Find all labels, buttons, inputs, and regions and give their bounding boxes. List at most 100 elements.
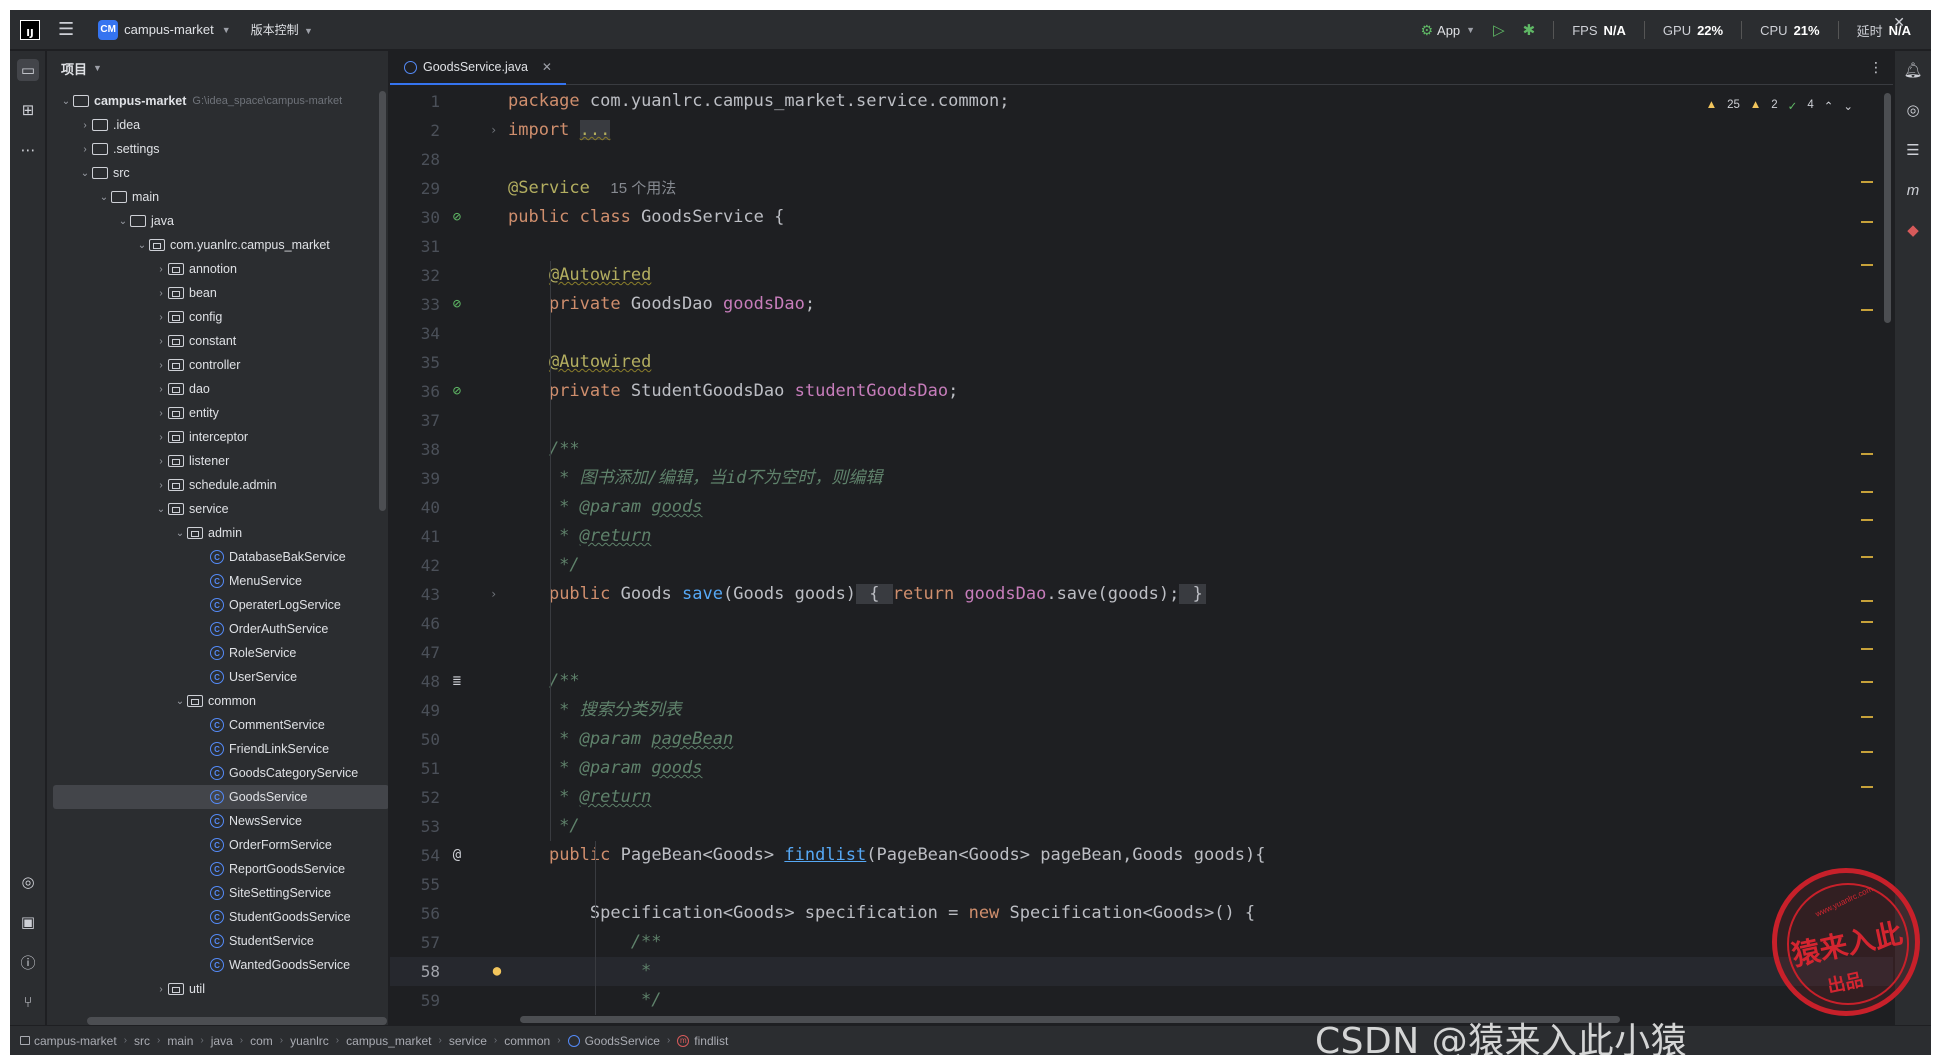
tree-item[interactable]: › .settings <box>47 137 388 161</box>
tree-item[interactable]: C DatabaseBakService <box>47 545 388 569</box>
breadcrumb-item[interactable]: GoodsService <box>567 1034 660 1048</box>
code-line[interactable]: 48 ≣ /** <box>390 667 1893 696</box>
run-icon[interactable]: ▷ <box>1493 21 1505 39</box>
chevron-down-icon[interactable]: ⌄ <box>135 240 149 251</box>
line-number[interactable]: 34 <box>390 319 440 348</box>
breadcrumb-item[interactable]: m findlist <box>677 1034 728 1048</box>
main-menu-icon[interactable]: ☰ <box>58 19 74 40</box>
code-line[interactable]: 58 ● * <box>390 957 1893 986</box>
notifications-icon[interactable]: 🔔︎ <box>1902 59 1924 81</box>
warning-marker[interactable] <box>1861 519 1873 521</box>
line-number[interactable]: 47 <box>390 638 440 667</box>
warning-marker[interactable] <box>1861 181 1873 183</box>
code-line[interactable]: 57 /** <box>390 928 1893 957</box>
code-line[interactable]: 1 package com.yuanlrc.campus_market.servi… <box>390 87 1893 116</box>
warning-marker[interactable] <box>1861 751 1873 753</box>
tree-item[interactable]: ⌄ admin <box>47 521 388 545</box>
chevron-right-icon[interactable]: › <box>154 336 168 347</box>
tree-item[interactable]: › listener <box>47 449 388 473</box>
chevron-right-icon[interactable]: › <box>154 312 168 323</box>
code-line[interactable]: 59 */ <box>390 986 1893 1015</box>
breadcrumb-item[interactable]: common <box>504 1034 550 1048</box>
line-number[interactable]: 36 <box>390 377 440 406</box>
vcs-menu[interactable]: 版本控制 ▼ <box>251 21 313 38</box>
vertical-scrollbar[interactable] <box>379 91 386 511</box>
tree-item[interactable]: C GoodsService <box>53 785 388 809</box>
code-line[interactable]: 53 */ <box>390 812 1893 841</box>
tree-item[interactable]: C OrderAuthService <box>47 617 388 641</box>
tree-item[interactable]: › util <box>47 977 388 1001</box>
breadcrumb-item[interactable]: src <box>134 1034 150 1048</box>
code-line[interactable]: 46 <box>390 609 1893 638</box>
close-tab-icon[interactable]: ✕ <box>542 60 552 74</box>
tree-item[interactable]: › schedule.admin <box>47 473 388 497</box>
breadcrumb-item[interactable]: com <box>250 1034 273 1048</box>
line-number[interactable]: 31 <box>390 232 440 261</box>
tree-item[interactable]: C RoleService <box>47 641 388 665</box>
chevron-right-icon[interactable]: › <box>154 384 168 395</box>
warning-marker[interactable] <box>1861 453 1873 455</box>
breadcrumb-item[interactable]: yuanlrc <box>290 1034 329 1048</box>
chevron-right-icon[interactable]: › <box>154 408 168 419</box>
warning-marker[interactable] <box>1861 221 1873 223</box>
tree-item[interactable]: ⌄ service <box>47 497 388 521</box>
tree-item[interactable]: C UserService <box>47 665 388 689</box>
render-doc-icon[interactable]: ≣ <box>446 667 468 696</box>
line-number[interactable]: 42 <box>390 551 440 580</box>
database-icon[interactable]: ☰ <box>1902 139 1924 161</box>
code-line[interactable]: 42 */ <box>390 551 1893 580</box>
line-number[interactable]: 43 <box>390 580 440 609</box>
line-number[interactable]: 39 <box>390 464 440 493</box>
spring-bean-icon[interactable]: ⊘ <box>446 377 468 406</box>
tree-item[interactable]: › entity <box>47 401 388 425</box>
tree-item[interactable]: C GoodsCategoryService <box>47 761 388 785</box>
line-number[interactable]: 46 <box>390 609 440 638</box>
breadcrumb-item[interactable]: java <box>211 1034 233 1048</box>
maven-icon[interactable]: m <box>1902 179 1924 201</box>
warning-marker[interactable] <box>1861 716 1873 718</box>
warning-marker[interactable] <box>1861 681 1873 683</box>
line-number[interactable]: 50 <box>390 725 440 754</box>
tree-item[interactable]: › config <box>47 305 388 329</box>
tree-item[interactable]: C CommentService <box>47 713 388 737</box>
debug-icon[interactable]: ✱ <box>1523 21 1536 39</box>
chevron-down-icon[interactable]: ⌄ <box>78 168 92 179</box>
chevron-right-icon[interactable]: › <box>78 144 92 155</box>
warning-marker[interactable] <box>1861 491 1873 493</box>
breadcrumb-item[interactable]: campus-market <box>20 1034 117 1048</box>
line-number[interactable]: 40 <box>390 493 440 522</box>
line-number[interactable]: 38 <box>390 435 440 464</box>
chevron-right-icon[interactable]: › <box>154 432 168 443</box>
line-number[interactable]: 1 <box>390 87 440 116</box>
tree-item[interactable]: › dao <box>47 377 388 401</box>
code-line[interactable]: 38 /** <box>390 435 1893 464</box>
line-number[interactable]: 55 <box>390 870 440 899</box>
tree-item[interactable]: C OrderFormService <box>47 833 388 857</box>
tree-item[interactable]: ⌄ main <box>47 185 388 209</box>
warning-marker[interactable] <box>1861 264 1873 266</box>
code-line[interactable]: 41 * @return <box>390 522 1893 551</box>
tree-item[interactable]: C ReportGoodsService <box>47 857 388 881</box>
warning-marker[interactable] <box>1861 309 1873 311</box>
code-line[interactable]: 54 @ public PageBean<Goods> findlist(Page… <box>390 841 1893 870</box>
code-line[interactable]: 36 ⊘ private StudentGoodsDao studentGoods… <box>390 377 1893 406</box>
line-number[interactable]: 54 <box>390 841 440 870</box>
warning-marker[interactable] <box>1861 648 1873 650</box>
code-line[interactable]: 52 * @return <box>390 783 1893 812</box>
line-number[interactable]: 37 <box>390 406 440 435</box>
line-number[interactable]: 41 <box>390 522 440 551</box>
close-icon[interactable]: ✕ <box>1893 14 1905 31</box>
folder-icon[interactable]: ▭ <box>17 59 39 81</box>
chevron-right-icon[interactable]: › <box>154 456 168 467</box>
breadcrumb-item[interactable]: service <box>449 1034 487 1048</box>
breadcrumb-item[interactable]: campus_market <box>346 1034 431 1048</box>
tree-item[interactable]: ⌄ common <box>47 689 388 713</box>
editor-vertical-scrollbar[interactable] <box>1884 93 1891 323</box>
tree-item[interactable]: C StudentService <box>47 929 388 953</box>
line-number[interactable]: 49 <box>390 696 440 725</box>
run-config-selector[interactable]: ⚙ App ▼ <box>1420 22 1475 39</box>
code-line[interactable]: 47 <box>390 638 1893 667</box>
breadcrumb-item[interactable]: main <box>167 1034 193 1048</box>
line-number[interactable]: 2 <box>390 116 440 145</box>
code-line[interactable]: 40 * @param goods <box>390 493 1893 522</box>
